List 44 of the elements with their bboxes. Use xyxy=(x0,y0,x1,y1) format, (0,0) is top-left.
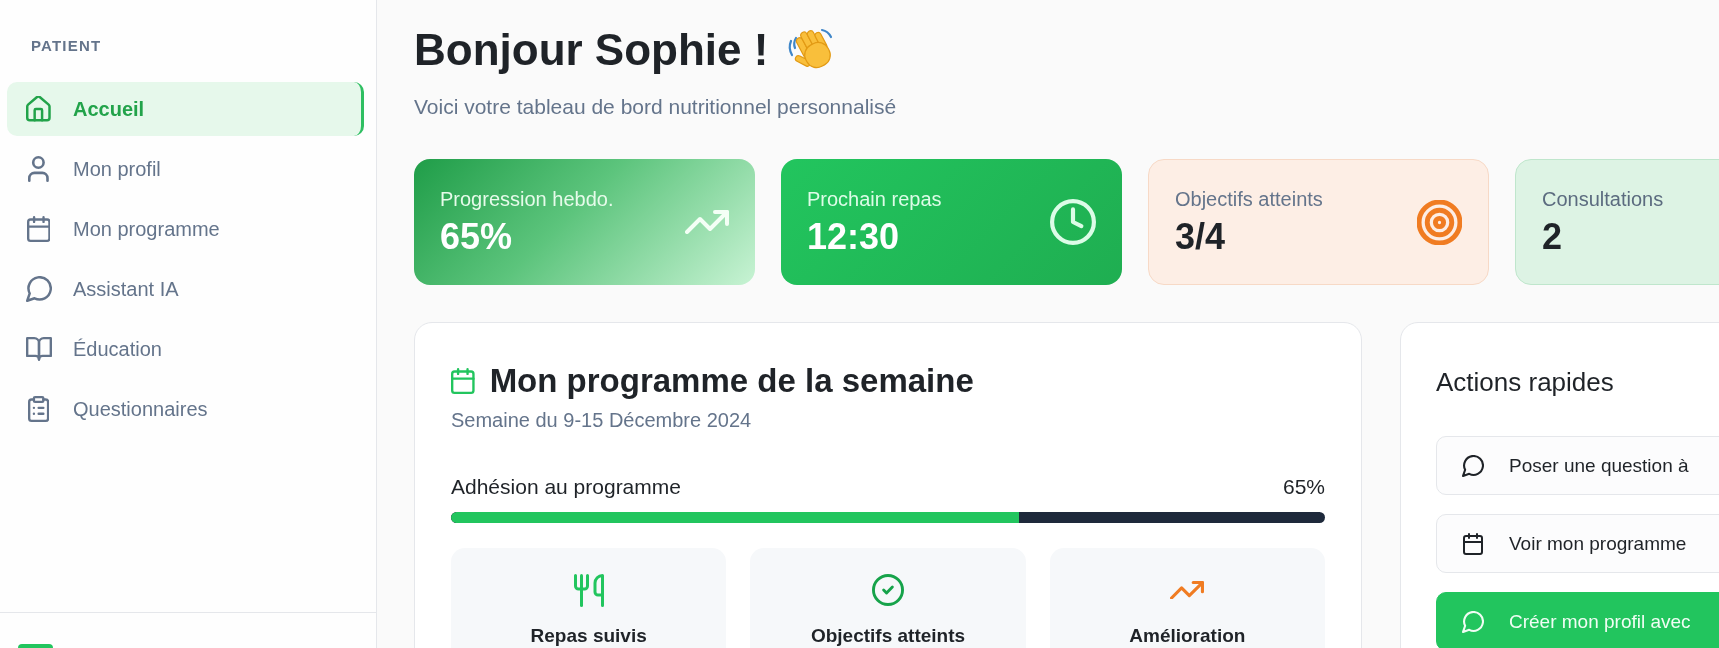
nav-item[interactable]: Questionnaires xyxy=(7,382,364,436)
clipboard-list-icon xyxy=(27,396,50,422)
progress-value: 65% xyxy=(1282,475,1325,499)
tile-title: Objectifs atteints xyxy=(810,625,966,646)
chat-bubble-icon xyxy=(25,276,52,302)
clock-icon xyxy=(1050,199,1096,245)
user-icon xyxy=(28,156,49,182)
trending-up-icon xyxy=(1170,580,1205,600)
target-icon xyxy=(1417,199,1462,245)
trending-up-icon xyxy=(685,210,729,234)
stat-value: 2 xyxy=(1542,217,1563,257)
open-book-icon xyxy=(25,337,52,361)
stat-label: Prochain repas xyxy=(807,187,942,211)
calendar-icon xyxy=(26,216,51,242)
app-logo-icon xyxy=(18,644,53,648)
stat-value: 65% xyxy=(440,217,513,257)
stat-value: 3/4 xyxy=(1175,217,1226,257)
nav-item[interactable]: Accueil xyxy=(7,82,364,136)
tile-title: Repas suivis xyxy=(530,625,647,646)
page-subtitle: Voici votre tableau de bord nutritionnel personnalisé xyxy=(414,94,897,120)
check-circle-icon xyxy=(872,574,904,606)
nav-item[interactable]: Éducation xyxy=(7,322,364,376)
stat-label: Consultations xyxy=(1542,187,1664,211)
stat-label: Objectifs atteints xyxy=(1175,187,1323,211)
chat-bubble-icon xyxy=(1462,610,1484,633)
greeting-title: Bonjour Sophie ! xyxy=(414,24,769,76)
action-button[interactable]: Voir mon programme xyxy=(1436,514,1719,573)
nav-item[interactable]: Assistant IA xyxy=(7,262,364,316)
calendar-icon xyxy=(451,368,475,394)
stat-value: 12:30 xyxy=(807,217,900,257)
home-icon xyxy=(26,96,51,122)
card-title: Mon programme de la semaine xyxy=(489,361,974,401)
nav-item[interactable]: Mon programme xyxy=(7,202,364,256)
fork-and-knife-icon xyxy=(573,573,604,607)
calendar-icon xyxy=(1463,532,1483,555)
chat-bubble-icon xyxy=(1462,454,1484,477)
card-title: Actions rapides xyxy=(1436,366,1614,398)
tile-title: Amélioration xyxy=(1129,625,1246,646)
action-button[interactable]: Poser une question à xyxy=(1436,436,1719,495)
progress-label: Adhésion au programme xyxy=(451,475,681,499)
section-label: PATIENT xyxy=(31,36,102,56)
nav-item[interactable]: Mon profil xyxy=(7,142,364,196)
stat-label: Progression hebdo. xyxy=(440,187,614,211)
week-range: Semaine du 9-15 Décembre 2024 xyxy=(451,408,752,432)
